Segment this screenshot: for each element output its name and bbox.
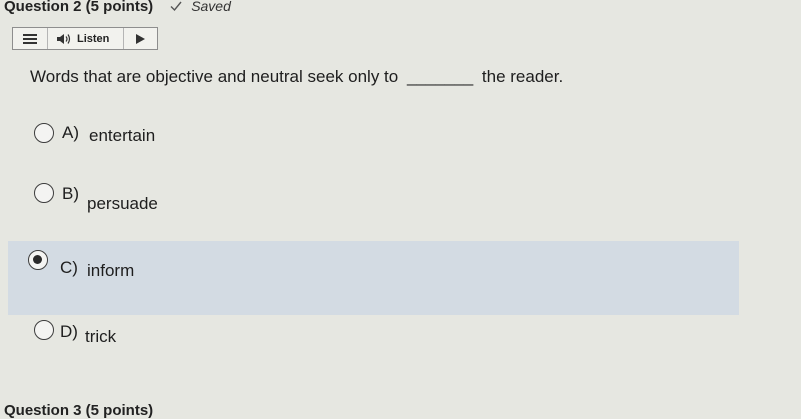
toolbar-menu-button[interactable] — [13, 28, 48, 49]
play-icon — [136, 33, 145, 44]
option-a[interactable]: A) entertain — [0, 113, 801, 153]
option-d-letter: D) — [60, 322, 78, 341]
option-b[interactable]: B) persuade — [0, 180, 801, 220]
question-text-after: the reader. — [481, 67, 564, 86]
option-b-letter: B) — [62, 184, 79, 203]
option-a-radio[interactable] — [34, 123, 54, 143]
option-c-letter: C) — [60, 258, 78, 277]
question-title: Question 2 (5 points) — [4, 0, 154, 15]
option-b-radio[interactable] — [34, 183, 54, 203]
option-c-radio[interactable] — [28, 250, 48, 270]
saved-status: Saved — [169, 0, 231, 14]
option-b-text: persuade — [87, 194, 158, 213]
listen-label: Listen — [77, 32, 110, 45]
play-button[interactable] — [124, 28, 157, 49]
saved-label: Saved — [191, 0, 231, 14]
next-question-title: Question 3 (5 points) — [4, 402, 154, 419]
option-a-letter: A) — [62, 123, 79, 142]
option-c[interactable]: C) inform — [8, 241, 739, 315]
listen-button[interactable]: Listen — [48, 28, 124, 49]
question-prompt: Words that are objective and neutral see… — [30, 67, 563, 87]
question-text-before: Words that are objective and neutral see… — [30, 67, 399, 86]
option-d-radio[interactable] — [34, 320, 54, 340]
read-aloud-toolbar: Listen — [12, 27, 158, 50]
option-d[interactable]: D) trick — [0, 315, 801, 355]
speaker-icon — [57, 33, 71, 44]
question-header: Question 2 (5 points) Saved — [4, 0, 231, 15]
option-a-text: entertain — [89, 126, 156, 145]
option-d-text: trick — [85, 327, 117, 346]
checkmark-icon — [170, 1, 182, 12]
option-c-text: inform — [87, 261, 135, 280]
question-blank: _______ — [406, 67, 474, 86]
menu-icon — [23, 33, 37, 44]
